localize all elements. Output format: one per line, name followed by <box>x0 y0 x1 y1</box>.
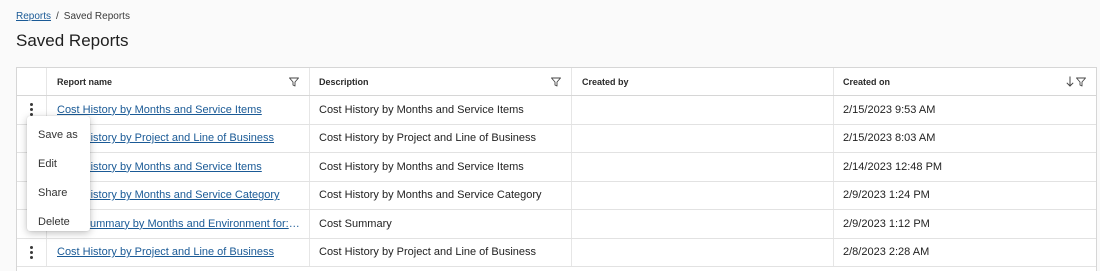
table-row: Cost History by Months and Service Categ… <box>17 181 1096 210</box>
created-on-cell: 2/15/2023 9:53 AM <box>843 103 936 116</box>
created-by-cell <box>572 181 834 209</box>
column-header-created-on[interactable]: Created on <box>834 68 1096 95</box>
filter-icon[interactable] <box>551 77 561 87</box>
breadcrumb-separator: / <box>56 11 59 22</box>
created-by-cell <box>572 124 834 152</box>
description-cell: Cost History by Months and Service Categ… <box>310 181 572 209</box>
table-row: Cost History by Months and Service Items… <box>17 96 1096 125</box>
reports-table: Report name Description Created by Creat… <box>16 67 1097 271</box>
breadcrumb-current: Saved Reports <box>63 11 130 22</box>
row-actions-menu: Save as Edit Share Delete <box>27 116 90 231</box>
header-actions-cell <box>17 68 47 95</box>
description-cell: Cost History by Months and Service Items <box>310 96 572 124</box>
filter-icon[interactable] <box>1076 77 1086 87</box>
column-header-label: Created on <box>843 76 891 87</box>
report-name-link[interactable]: Cost History by Months and Service Categ… <box>57 189 280 201</box>
report-name-cell: Cost History by Project and Line of Busi… <box>47 238 310 266</box>
created-by-cell <box>572 96 834 124</box>
description-cell: Cost History by Months and Service Items <box>310 153 572 181</box>
arrow-down-icon[interactable] <box>1066 76 1074 87</box>
menu-item-delete[interactable]: Delete <box>27 207 90 236</box>
report-name-link[interactable]: Cost History by Months and Service Items <box>57 104 262 116</box>
column-header-label: Description <box>319 76 369 87</box>
kebab-icon[interactable] <box>25 244 39 260</box>
column-header-label: Report name <box>57 76 113 87</box>
table-row: Cost History by Project and Line of Busi… <box>17 124 1096 153</box>
created-on-cell: 2/9/2023 1:24 PM <box>843 189 930 202</box>
page-title: Saved Reports <box>16 31 129 50</box>
created-on-cell: 2/14/2023 12:48 PM <box>843 160 943 173</box>
column-header-report-name[interactable]: Report name <box>47 68 310 95</box>
description-cell: Cost History by Project and Line of Busi… <box>310 124 572 152</box>
breadcrumb-reports-link[interactable]: Reports <box>16 11 51 22</box>
saved-reports-page: Reports / Saved Reports Saved Reports Repo… <box>0 0 1100 271</box>
report-name-link[interactable]: Cost History by Project and Line of Busi… <box>57 246 274 258</box>
menu-item-save-as[interactable]: Save as <box>27 120 90 149</box>
table-row: Cost Summary by Months and Environment f… <box>17 210 1096 239</box>
created-on-cell: 2/8/2023 2:28 AM <box>843 246 930 259</box>
column-header-description[interactable]: Description <box>310 68 572 95</box>
table-row: Cost History by Months and Service Items… <box>17 153 1096 182</box>
report-name-link[interactable]: Cost Summary by Months and Environment f… <box>57 218 302 230</box>
created-by-cell <box>572 238 834 266</box>
table-header-row: Report name Description Created by Creat… <box>17 68 1096 96</box>
filter-icon[interactable] <box>289 77 299 87</box>
created-on-cell: 2/15/2023 8:03 AM <box>843 132 936 145</box>
created-by-cell <box>572 210 834 238</box>
table-row: Cost History by Project and Line of Busi… <box>17 238 1096 267</box>
menu-item-share[interactable]: Share <box>27 178 90 207</box>
column-header-created-by[interactable]: Created by <box>572 68 834 95</box>
breadcrumb: Reports / Saved Reports <box>16 11 130 22</box>
row-actions-cell <box>17 238 47 266</box>
column-header-label: Created by <box>582 76 629 87</box>
created-by-cell <box>572 153 834 181</box>
created-on-cell: 2/9/2023 1:12 PM <box>843 217 930 230</box>
description-cell: Cost Summary <box>310 210 572 238</box>
description-cell: Cost History by Project and Line of Busi… <box>310 238 572 266</box>
menu-item-edit[interactable]: Edit <box>27 149 90 178</box>
